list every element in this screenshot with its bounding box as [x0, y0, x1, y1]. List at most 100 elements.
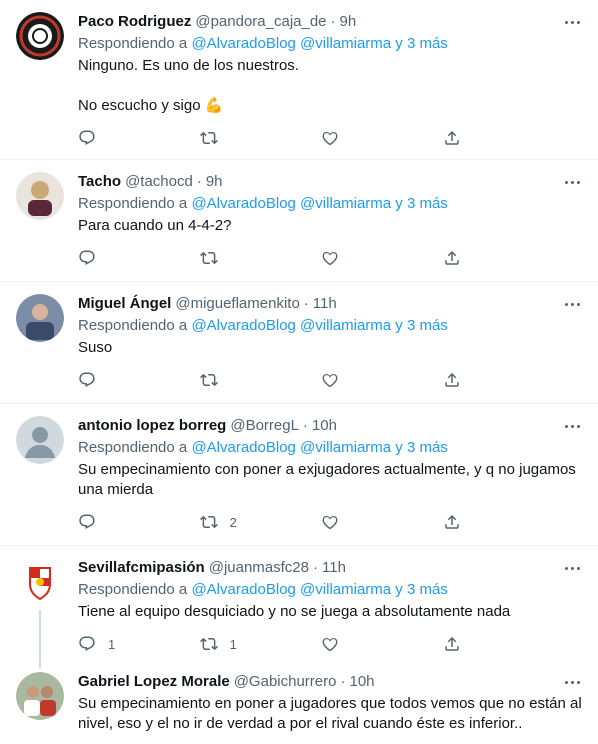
tweet-text-line: nivel, eso y el no ir de verdad a por el… [78, 715, 523, 732]
author-handle[interactable]: @tachocd [125, 172, 193, 192]
reply-mentions[interactable]: @AlvaradoBlog @villamiarma y 3 más [191, 581, 447, 598]
author-name[interactable]: Miguel Ángel [78, 294, 171, 314]
retweet-count: 2 [229, 514, 237, 530]
avatar[interactable] [16, 172, 64, 220]
share-icon [445, 372, 459, 387]
separator-dot: · [313, 559, 318, 576]
author-handle[interactable]: @Gabichurrero [234, 672, 337, 692]
retweet-count: 1 [229, 636, 237, 652]
more-options-icon[interactable] [562, 418, 582, 434]
more-options-icon[interactable] [562, 14, 582, 30]
author-handle[interactable]: @juanmasfc28 [209, 558, 309, 578]
timestamp[interactable]: 9h [340, 12, 357, 32]
timestamp[interactable]: 11h [322, 558, 346, 578]
retweet-icon [199, 373, 218, 387]
author-handle[interactable]: @BorregL [230, 416, 299, 436]
tweet-text: Suso [78, 338, 582, 358]
tweet-text-line: Para cuando un 4-4-2? [78, 217, 232, 234]
reply-button[interactable] [78, 371, 138, 389]
timestamp[interactable]: 10h [349, 672, 374, 692]
tweet-text: Tiene al equipo desquiciado y no se jueg… [78, 602, 582, 622]
reply-timeline: Paco Rodriguez @pandora_caja_de · 9h Res… [0, 0, 598, 744]
timestamp[interactable]: 10h [312, 416, 337, 436]
retweet-icon [199, 131, 218, 145]
tweet-text: Ninguno. Es uno de los nuestros. No escu… [78, 56, 582, 116]
more-options-icon[interactable] [562, 674, 582, 690]
author-handle[interactable]: @pandora_caja_de [195, 12, 326, 32]
like-button[interactable] [321, 513, 381, 531]
reply-count: 1 [108, 636, 116, 652]
tweet[interactable]: Tacho @tachocd · 9h Respondiendo a @Alva… [0, 160, 598, 282]
heart-icon [322, 373, 338, 388]
reply-icon [79, 372, 95, 388]
more-options-icon[interactable] [562, 296, 582, 312]
avatar[interactable] [16, 672, 64, 720]
retweet-button[interactable]: 1 [199, 635, 260, 653]
reply-prefix: Respondiendo a [78, 439, 188, 456]
tweet[interactable]: Miguel Ángel @migueflamenkito · 11h Resp… [0, 282, 598, 404]
reply-mentions[interactable]: @AlvaradoBlog @villamiarma y 3 más [191, 317, 447, 334]
tweet-actions [78, 122, 503, 154]
reply-button[interactable]: 1 [78, 635, 138, 653]
separator-dot: · [302, 417, 308, 434]
heart-icon [322, 131, 338, 146]
retweet-icon [199, 515, 218, 529]
share-button[interactable] [443, 513, 503, 531]
avatar[interactable] [16, 416, 64, 464]
timestamp[interactable]: 11h [313, 294, 337, 314]
replying-to: Respondiendo a @AlvaradoBlog @villamiarm… [78, 194, 582, 214]
replying-to: Respondiendo a @AlvaradoBlog @villamiarm… [78, 580, 582, 600]
share-button[interactable] [443, 371, 503, 389]
more-options-icon[interactable] [562, 174, 582, 190]
reply-mentions[interactable]: @AlvaradoBlog @villamiarma y 3 más [191, 439, 447, 456]
share-button[interactable] [443, 249, 503, 267]
retweet-button[interactable] [199, 249, 260, 267]
timestamp[interactable]: 9h [206, 172, 223, 192]
reply-button[interactable] [78, 249, 138, 267]
tweet[interactable]: antonio lopez borreg @BorregL · 10h Resp… [0, 404, 598, 546]
tweet-header: Sevillafcmipasión @juanmasfc28 · 11h [78, 558, 582, 578]
reply-icon [79, 636, 95, 652]
tweet-actions: 1 1 [78, 628, 503, 660]
share-button[interactable] [443, 129, 503, 147]
tweet-text: Su empecinamiento con poner a exjugadore… [78, 460, 582, 500]
reply-mentions[interactable]: @AlvaradoBlog @villamiarma y 3 más [191, 195, 447, 212]
like-button[interactable] [321, 249, 381, 267]
author-name[interactable]: antonio lopez borreg [78, 416, 226, 436]
reply-icon [79, 514, 95, 530]
retweet-button[interactable] [199, 371, 260, 389]
author-name[interactable]: Gabriel Lopez Morale [78, 672, 230, 692]
tweet[interactable]: Sevillafcmipasión @juanmasfc28 · 11h Res… [0, 546, 598, 668]
tweet-text: Para cuando un 4-4-2? [78, 216, 582, 236]
tweet-text-line: Tiene al equipo desquiciado y no se jueg… [78, 603, 511, 620]
thread-connector [39, 610, 41, 668]
reply-button[interactable] [78, 129, 138, 147]
retweet-icon [199, 637, 218, 651]
tweet-header: Miguel Ángel @migueflamenkito · 11h [78, 294, 582, 314]
reply-prefix: Respondiendo a [78, 195, 188, 212]
avatar[interactable] [16, 558, 64, 606]
tweet[interactable]: Paco Rodriguez @pandora_caja_de · 9h Res… [0, 0, 598, 160]
tweet[interactable]: Gabriel Lopez Morale @Gabichurrero · 10h… [0, 668, 598, 744]
like-button[interactable] [321, 635, 381, 653]
reply-mentions[interactable]: @AlvaradoBlog @villamiarma y 3 más [191, 35, 447, 52]
author-name[interactable]: Sevillafcmipasión [78, 558, 205, 578]
tweet-text-line [78, 76, 582, 96]
separator-dot: · [196, 173, 202, 190]
share-button[interactable] [443, 635, 503, 653]
like-button[interactable] [321, 129, 381, 147]
like-button[interactable] [321, 371, 381, 389]
author-name[interactable]: Tacho [78, 172, 121, 192]
retweet-button[interactable] [199, 129, 260, 147]
retweet-button[interactable]: 2 [199, 513, 260, 531]
avatar[interactable] [16, 294, 64, 342]
author-handle[interactable]: @migueflamenkito [175, 294, 299, 314]
separator-dot: · [303, 295, 309, 312]
reply-button[interactable] [78, 513, 138, 531]
separator-dot: · [330, 13, 336, 30]
reply-prefix: Respondiendo a [78, 35, 188, 52]
retweet-icon [199, 251, 218, 265]
avatar[interactable] [16, 12, 64, 60]
author-name[interactable]: Paco Rodriguez [78, 12, 191, 32]
more-options-icon[interactable] [562, 560, 582, 576]
